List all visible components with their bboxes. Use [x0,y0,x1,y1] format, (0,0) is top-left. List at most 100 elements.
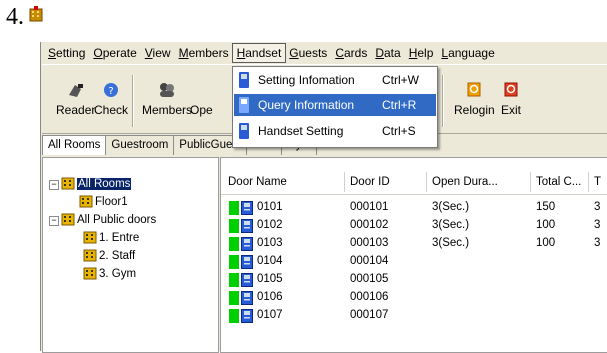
relogin-label: Relogin [454,103,495,117]
status-indicator [229,237,239,251]
tree-label-entre: 1. Entre [99,231,140,244]
table-row[interactable]: 0104 000104 [221,254,607,271]
table-row[interactable]: 0105 000105 [221,272,607,289]
menu-members[interactable]: Members [175,44,233,62]
tree-collapse-toggle-public[interactable]: − [49,216,59,226]
tree-label-public-doors: All Public doors [77,213,157,226]
tree-node-public-doors[interactable]: All Public doors [61,212,156,227]
tree-node-all-rooms[interactable]: All Rooms [61,176,132,191]
door-icon [241,255,253,269]
cell-door-id: 000107 [350,309,389,321]
menu-operate[interactable]: Operate [89,44,140,62]
cell-door-name: 0107 [257,309,283,321]
tab-guestroom[interactable]: Guestroom [105,135,175,155]
menu-help[interactable]: Help [405,44,438,62]
cell-total-count: 100 [536,237,556,249]
tree-label-all-rooms: All Rooms [77,177,132,190]
tree-node-floor1[interactable]: Floor1 [79,194,128,209]
column-header-total-count[interactable]: Total C... [531,172,589,192]
reader-label: Reader [56,103,96,117]
tree-node-gym[interactable]: 3. Gym [83,266,136,281]
table-row[interactable]: 0102 000102 3(Sec.) 100 3 [221,218,607,235]
menu-view[interactable]: View [141,44,175,62]
cell-open-duration: 3(Sec.) [432,201,470,213]
reader-button[interactable]: Reader [56,81,95,117]
members-label: Members [142,103,193,117]
menu-handset[interactable]: Handset [231,43,287,63]
menu-item-query-information[interactable]: Query Information Ctrl+R [234,94,436,116]
cell-open-duration: 3(Sec.) [432,237,470,249]
column-header-door-id[interactable]: Door ID [345,172,427,192]
menu-guests[interactable]: Guests [285,44,331,62]
tree-collapse-toggle[interactable]: − [49,180,59,190]
header-divider [221,194,607,195]
menu-cards[interactable]: Cards [331,44,371,62]
cell-truncated: 3 [594,237,601,249]
relogin-button[interactable]: Relogin [454,81,495,117]
door-icon [241,309,253,323]
svg-text:?: ? [108,86,113,97]
relogin-icon [467,82,481,97]
table-row[interactable]: 0101 000101 3(Sec.) 150 3 [221,200,607,217]
tree-node-entre[interactable]: 1. Entre [83,230,139,245]
table-row[interactable]: 0103 000103 3(Sec.) 100 3 [221,236,607,253]
toolbar-separator-2 [442,75,444,127]
operate-button[interactable]: Ope [190,81,213,117]
building-icon [61,177,75,190]
menu-item-setting-information[interactable]: Setting Infomation Ctrl+W [234,69,436,91]
check-button[interactable]: ? Check [94,81,128,117]
menu-language[interactable]: Language [437,44,498,62]
column-header-truncated[interactable]: T [589,172,607,192]
building-icon [83,249,97,262]
cell-door-name: 0105 [257,273,283,285]
cell-door-id: 000105 [350,273,389,285]
table-row[interactable]: 0107 000107 [221,308,607,325]
toolbar-separator [132,75,134,127]
door-icon [241,219,253,233]
room-tree: − All Rooms Floor1 − All Public doors 1.… [42,157,219,353]
column-header-door-name[interactable]: Door Name [223,172,345,192]
handset-dropdown-menu: Setting Infomation Ctrl+W Query Informat… [232,66,438,148]
cell-door-name: 0102 [257,219,283,231]
cell-door-name: 0104 [257,255,283,267]
cell-truncated: 3 [594,201,601,213]
menu-data[interactable]: Data [371,44,404,62]
members-icon [160,83,174,97]
app-building-icon [29,6,43,22]
reader-icon [68,84,83,97]
table-row[interactable]: 0106 000106 [221,290,607,307]
menu-item-handset-setting[interactable]: Handset Setting Ctrl+S [234,120,436,142]
menu-setting[interactable]: Setting [44,44,89,62]
door-icon [241,237,253,251]
menu-bar: Setting Operate View Members Handset Gue… [44,43,499,63]
members-button[interactable]: Members [142,81,192,117]
cell-door-id: 000103 [350,237,389,249]
column-header-open-duration[interactable]: Open Dura... [427,172,531,192]
tab-all-rooms[interactable]: All Rooms [42,135,107,155]
status-indicator [229,273,239,287]
exit-button[interactable]: Exit [500,81,522,117]
building-icon [61,213,75,226]
tree-label-gym: 3. Gym [99,267,137,280]
building-icon [83,231,97,244]
status-indicator [229,291,239,305]
cell-door-id: 000104 [350,255,389,267]
tree-node-staff[interactable]: 2. Staff [83,248,135,263]
exit-power-icon [504,82,518,97]
exit-label: Exit [500,103,521,117]
cell-door-name: 0106 [257,291,283,303]
tree-label-floor1: Floor1 [95,195,128,208]
status-indicator [229,309,239,323]
cell-door-name: 0101 [257,201,283,213]
handset-device-icon [239,97,249,113]
cell-truncated: 3 [594,219,601,231]
building-icon [83,267,97,280]
status-indicator [229,255,239,269]
cell-total-count: 100 [536,219,556,231]
cell-door-name: 0103 [257,237,283,249]
handset-device-icon [239,123,249,139]
door-icon [241,291,253,305]
building-icon [79,195,93,208]
tree-label-staff: 2. Staff [99,249,136,262]
cell-door-id: 000101 [350,201,389,213]
